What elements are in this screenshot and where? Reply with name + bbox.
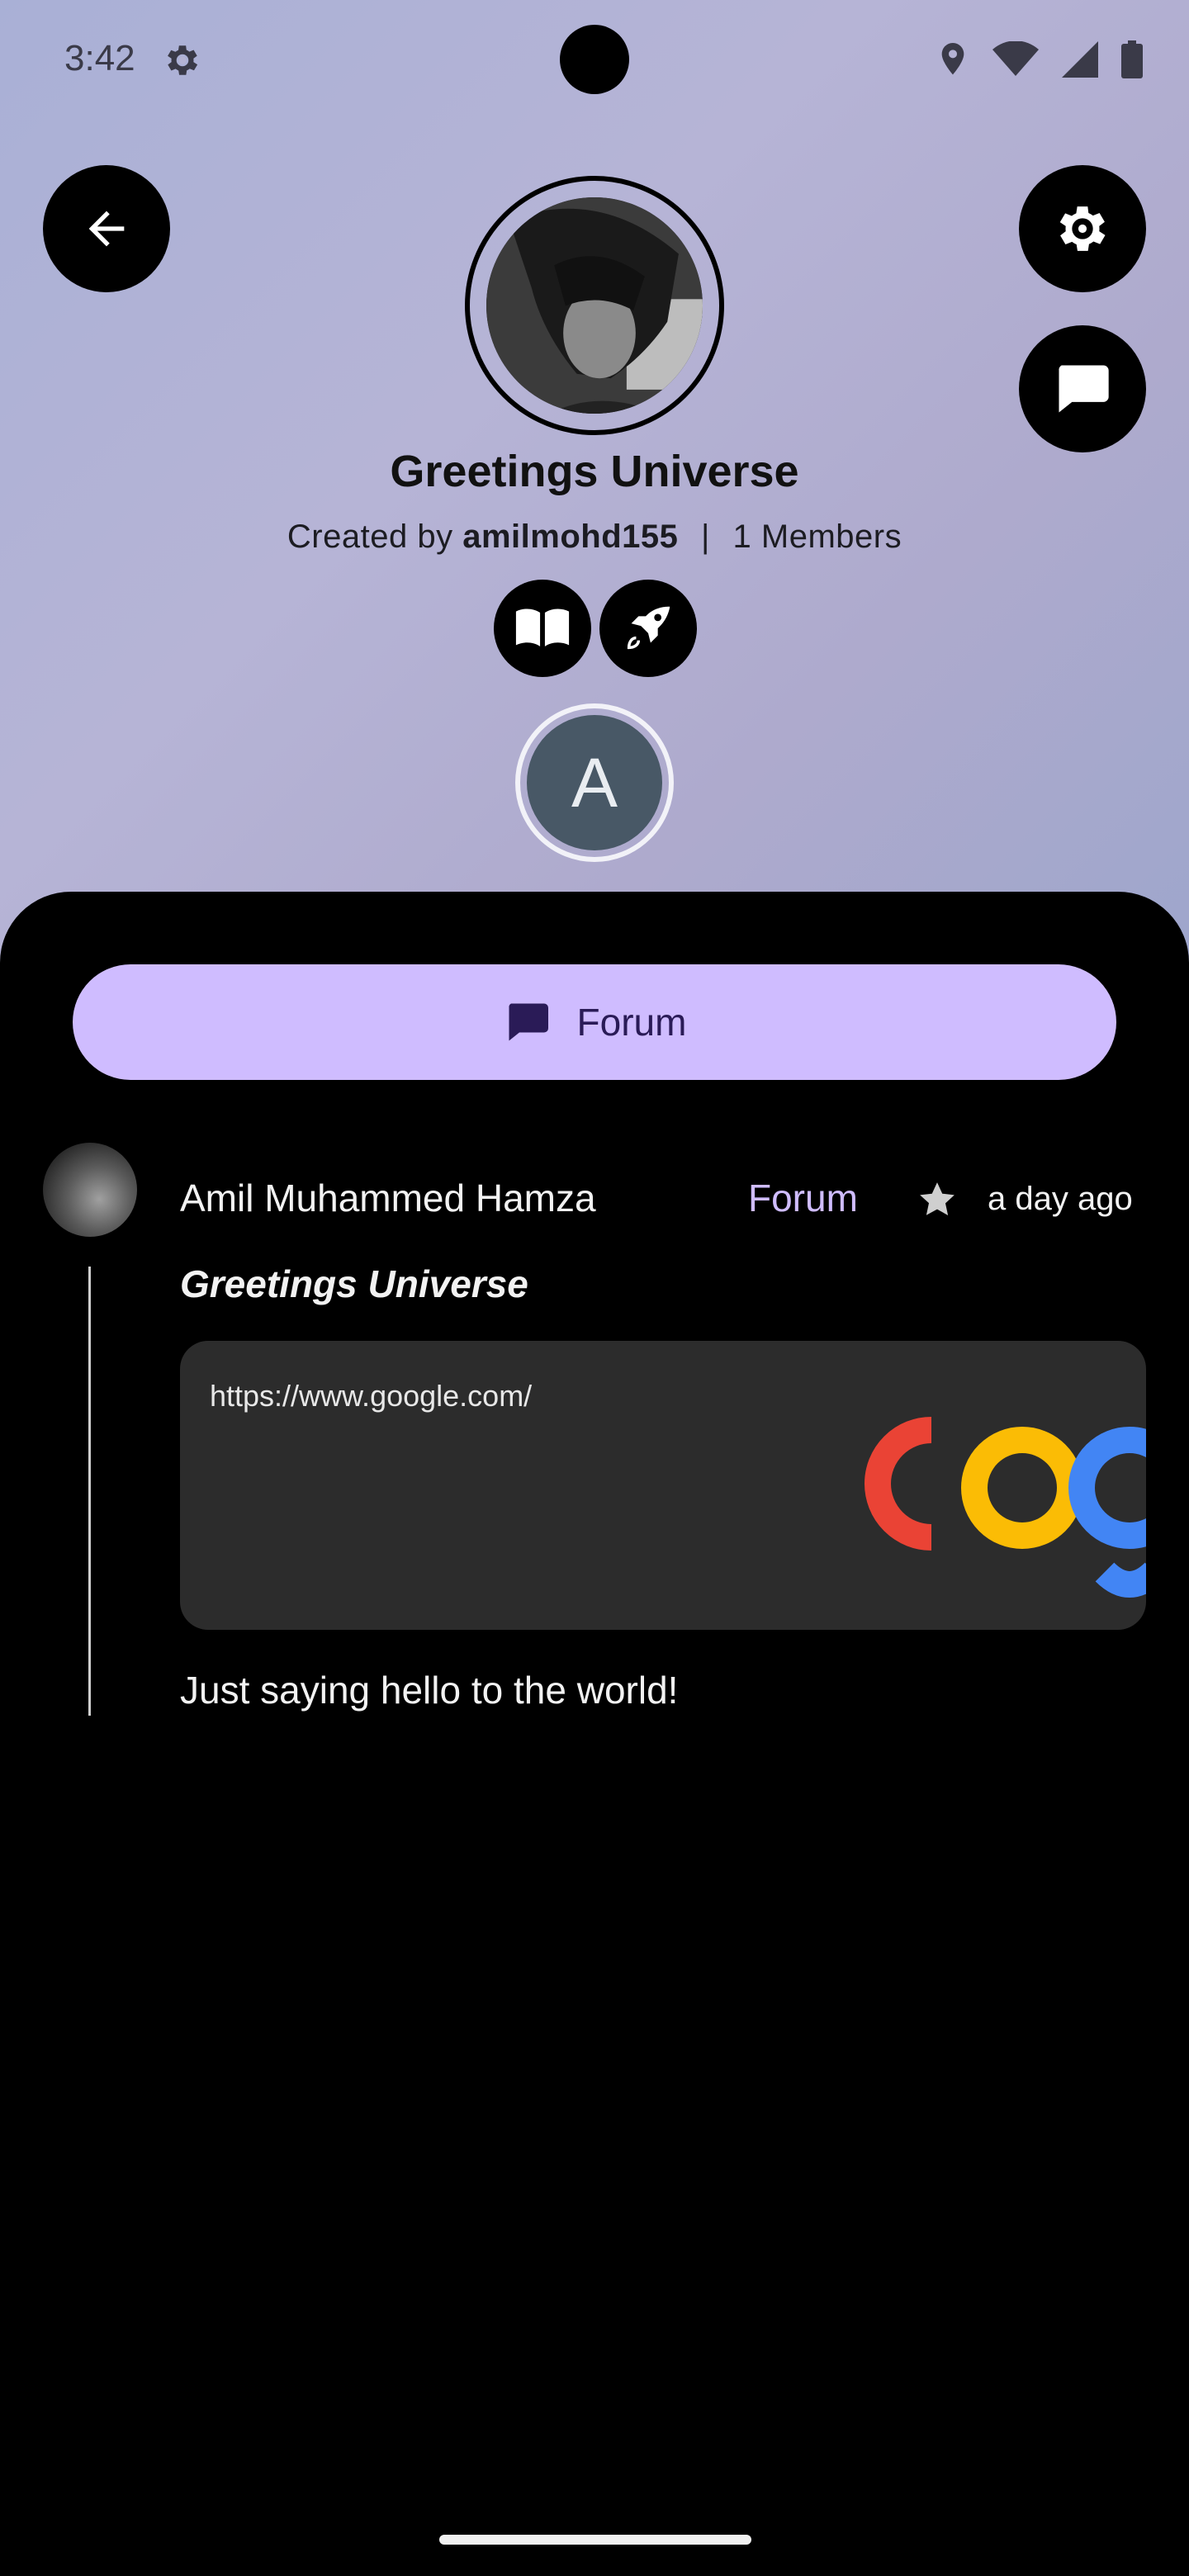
google-logo-icon — [865, 1417, 1146, 1598]
content-sheet — [0, 892, 1189, 2576]
post-timestamp: a day ago — [988, 1181, 1133, 1217]
created-by-label: Created by — [287, 519, 453, 555]
community-avatar[interactable] — [465, 176, 724, 435]
rocket-icon — [627, 606, 670, 650]
community-settings-button[interactable] — [1019, 165, 1146, 292]
chat-bubble-icon — [1059, 365, 1109, 413]
star-icon[interactable] — [917, 1179, 958, 1220]
thread-line — [88, 1267, 91, 1716]
community-title: Greetings Universe — [390, 447, 799, 496]
forum-tab[interactable]: Forum — [73, 964, 1116, 1080]
community-avatar-photo — [486, 197, 703, 414]
meta-separator: | — [701, 519, 710, 555]
camera-cutout — [560, 25, 629, 94]
community-meta: Created by amilmohd155 | 1 Members — [0, 519, 1189, 556]
gear-icon — [1059, 206, 1106, 251]
arrow-left-icon — [88, 211, 125, 247]
forum-chat-icon — [509, 1003, 548, 1041]
post-author-avatar[interactable] — [43, 1143, 137, 1237]
book-icon — [515, 608, 570, 646]
post-title[interactable]: Greetings Universe — [180, 1262, 528, 1306]
post-author[interactable]: Amil Muhammed Hamza — [180, 1176, 596, 1220]
battery-icon — [1121, 40, 1143, 78]
creator-username[interactable]: amilmohd155 — [462, 519, 678, 555]
location-icon — [941, 43, 964, 75]
person-photo-icon — [486, 197, 703, 414]
post-community-link[interactable]: Forum — [748, 1176, 858, 1220]
post-body: Just saying hello to the world! — [180, 1669, 679, 1712]
back-button[interactable] — [43, 165, 170, 292]
member-avatar[interactable]: A — [515, 703, 674, 862]
link-preview-card[interactable]: https://www.google.com/ — [180, 1341, 1146, 1630]
rocket-badge[interactable] — [599, 580, 697, 677]
status-bar: 3:42 — [0, 0, 1189, 124]
status-icons — [936, 40, 1143, 79]
community-badges — [494, 580, 697, 677]
settings-status-icon — [168, 45, 198, 75]
book-badge[interactable] — [494, 580, 591, 677]
signal-icon — [1062, 41, 1098, 78]
wifi-icon — [992, 41, 1039, 76]
home-indicator[interactable] — [439, 2535, 751, 2545]
forum-tab-label: Forum — [576, 1001, 687, 1044]
member-initial: A — [527, 715, 662, 850]
member-count[interactable]: 1 Members — [733, 519, 902, 555]
community-chat-button[interactable] — [1019, 325, 1146, 452]
link-url: https://www.google.com/ — [210, 1379, 533, 1413]
status-time: 3:42 — [64, 38, 135, 78]
